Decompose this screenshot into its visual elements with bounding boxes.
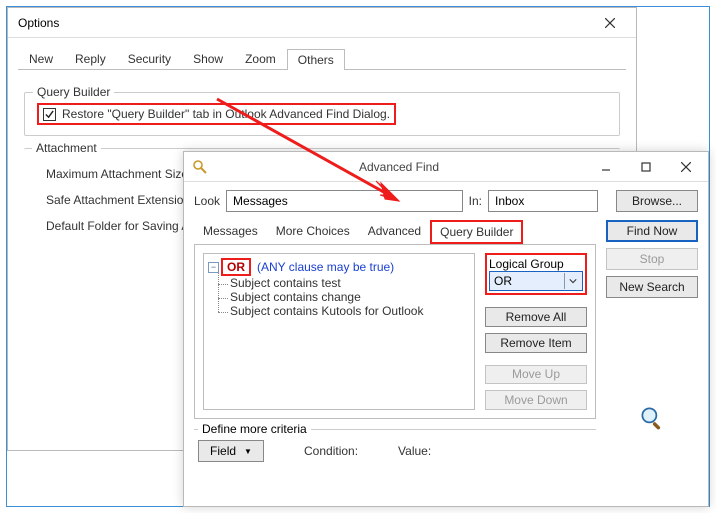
logical-group-label: Logical Group <box>489 257 583 271</box>
screenshot-stage: Options New Reply Security Show Zoom Oth… <box>6 6 710 507</box>
tree-item[interactable]: Subject contains test <box>230 276 470 290</box>
field-button-label: Field <box>210 444 236 458</box>
af-query-builder-panel: − OR (ANY clause may be true) Subject co… <box>194 245 596 419</box>
checkmark-icon <box>45 110 54 119</box>
look-value: Messages <box>233 194 288 208</box>
tree-root-operator: OR <box>221 258 251 276</box>
look-label: Look <box>194 194 220 208</box>
query-builder-group: Query Builder Restore "Query Builder" ta… <box>24 92 620 136</box>
af-main: Messages More Choices Advanced Query Bui… <box>194 220 698 462</box>
search-app-icon <box>192 159 208 175</box>
restore-qb-highlight: Restore "Query Builder" tab in Outlook A… <box>37 103 396 125</box>
options-tabstrip: New Reply Security Show Zoom Others <box>18 46 626 70</box>
condition-label: Condition: <box>304 444 358 458</box>
af-title: Advanced Find <box>212 160 586 174</box>
new-search-button[interactable]: New Search <box>606 276 698 298</box>
af-titlebar: Advanced Find <box>184 152 708 182</box>
tab-reply[interactable]: Reply <box>64 48 117 69</box>
magnifier-icon <box>638 404 666 432</box>
move-down-button[interactable]: Move Down <box>485 390 587 410</box>
define-groupbox: Define more criteria <box>194 429 596 430</box>
options-titlebar: Options <box>8 8 636 38</box>
restore-qb-label: Restore "Query Builder" tab in Outlook A… <box>62 107 390 121</box>
value-label: Value: <box>398 444 431 458</box>
tab-zoom[interactable]: Zoom <box>234 48 287 69</box>
in-label: In: <box>469 194 482 208</box>
maximize-icon <box>641 162 651 172</box>
af-close-button[interactable] <box>666 154 706 180</box>
query-builder-legend: Query Builder <box>33 85 114 99</box>
remove-item-button[interactable]: Remove Item <box>485 333 587 353</box>
tab-security[interactable]: Security <box>117 48 182 69</box>
attachment-legend: Attachment <box>32 141 101 155</box>
af-look-row: Look Messages In: Inbox Browse... <box>194 190 698 212</box>
options-close-button[interactable] <box>590 11 630 35</box>
af-tab-more-choices[interactable]: More Choices <box>267 220 359 244</box>
panel-side-column: Logical Group OR Remove All Remove Item … <box>485 253 587 410</box>
browse-button[interactable]: Browse... <box>616 190 698 212</box>
af-right-buttons: Find Now Stop New Search <box>606 220 698 462</box>
af-body: Look Messages In: Inbox Browse... Messag… <box>184 182 708 472</box>
tab-show[interactable]: Show <box>182 48 234 69</box>
advanced-find-window: Advanced Find Look Messages In: Inbox Br… <box>183 151 709 507</box>
chevron-down-icon: ▼ <box>244 447 252 456</box>
minimize-icon <box>601 162 611 172</box>
af-left: Messages More Choices Advanced Query Bui… <box>194 220 596 462</box>
logical-group-select[interactable]: OR <box>489 271 583 291</box>
in-value: Inbox <box>495 194 524 208</box>
in-field[interactable]: Inbox <box>488 190 598 212</box>
move-up-button[interactable]: Move Up <box>485 365 587 385</box>
tree-root[interactable]: − OR (ANY clause may be true) <box>208 258 470 276</box>
options-title: Options <box>18 16 59 30</box>
look-field[interactable]: Messages <box>226 190 463 212</box>
logical-group-value: OR <box>494 274 512 288</box>
chevron-down-icon <box>564 273 580 289</box>
tree-item[interactable]: Subject contains change <box>230 290 470 304</box>
af-minimize-button[interactable] <box>586 154 626 180</box>
af-tab-advanced[interactable]: Advanced <box>359 220 430 244</box>
af-tab-messages[interactable]: Messages <box>194 220 267 244</box>
define-criteria-row: Define more criteria <box>194 429 596 430</box>
af-maximize-button[interactable] <box>626 154 666 180</box>
close-icon <box>681 162 691 172</box>
af-tabrow: Messages More Choices Advanced Query Bui… <box>194 220 596 245</box>
field-dropdown-button[interactable]: Field ▼ <box>198 440 264 462</box>
remove-all-button[interactable]: Remove All <box>485 307 587 327</box>
define-legend: Define more criteria <box>198 422 311 436</box>
restore-qb-checkbox[interactable] <box>43 108 56 121</box>
af-tab-query-builder[interactable]: Query Builder <box>430 220 523 244</box>
stop-button[interactable]: Stop <box>606 248 698 270</box>
criteria-tree[interactable]: − OR (ANY clause may be true) Subject co… <box>203 253 475 410</box>
tab-others[interactable]: Others <box>287 49 345 70</box>
find-now-button[interactable]: Find Now <box>606 220 698 242</box>
tree-item[interactable]: Subject contains Kutools for Outlook <box>230 304 470 318</box>
logical-group-highlight: Logical Group OR <box>485 253 587 295</box>
tree-root-hint: (ANY clause may be true) <box>257 260 394 274</box>
tab-new[interactable]: New <box>18 48 64 69</box>
af-window-controls <box>586 154 706 180</box>
close-icon <box>605 18 615 28</box>
